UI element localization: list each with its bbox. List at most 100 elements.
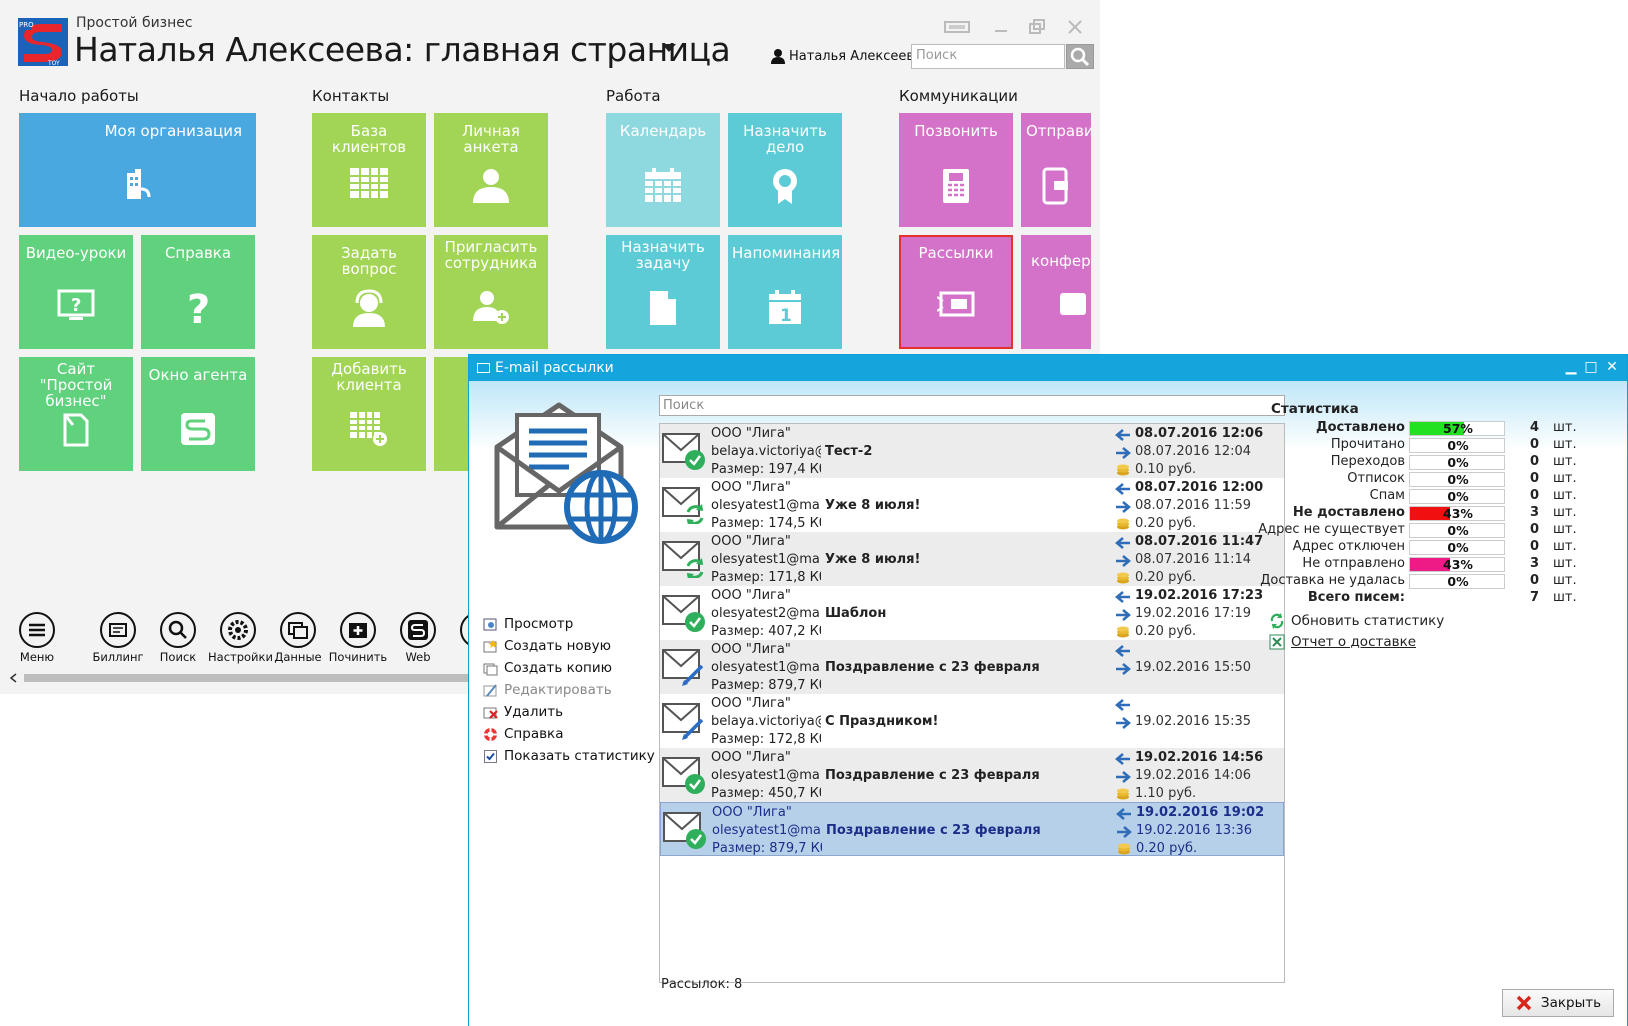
settings-button[interactable]: Настройки xyxy=(208,612,273,664)
coins-icon xyxy=(1117,572,1129,584)
action-show-stats[interactable]: Показать статистику xyxy=(483,745,655,767)
dialog-maximize-icon[interactable]: □ xyxy=(1583,359,1599,375)
mailing-row[interactable]: ООО "Лига" olesyatest1@mai Поздравление с … xyxy=(660,640,1284,694)
billing-button[interactable]: Биллинг xyxy=(88,612,148,664)
tile-assign-task[interactable]: Назначить задачу xyxy=(606,235,720,349)
stat-label: Отписок xyxy=(1347,471,1405,486)
stat-unit: шт. xyxy=(1553,471,1577,486)
mailing-email: olesyatest1@mai xyxy=(711,660,821,675)
action-delete[interactable]: Удалить xyxy=(483,701,655,723)
delivery-report-link[interactable]: Отчет о доставке xyxy=(1269,634,1416,650)
mailing-row[interactable]: ООО "Лига" olesyatest1@mai Уже 8 июля! Разм… xyxy=(660,478,1284,532)
tile-reminders[interactable]: Напоминания 1 xyxy=(728,235,842,349)
data-button[interactable]: Данные xyxy=(268,612,328,664)
action-create-new[interactable]: Создать новую xyxy=(483,635,655,657)
award-icon xyxy=(773,169,797,204)
dialog-title-bar[interactable]: E-mail рассылки ▁ □ ✕ xyxy=(469,355,1627,381)
stat-count: 0 xyxy=(1529,522,1539,537)
calendar-one-icon: 1 xyxy=(769,290,801,325)
mailing-received-date: 08.07.2016 12:06 xyxy=(1135,426,1264,441)
action-help[interactable]: Справка xyxy=(483,723,655,745)
app-name: Простой бизнес xyxy=(76,15,193,31)
main-search-input[interactable]: Поиск xyxy=(911,44,1065,69)
create-new-icon xyxy=(483,639,498,652)
mailing-email: olesyatest1@mai xyxy=(711,552,821,567)
action-view[interactable]: Просмотр xyxy=(483,613,655,635)
stat-percent: 0% xyxy=(1447,472,1469,487)
mailing-email: belaya.victoriya@ xyxy=(711,714,821,729)
mailing-row[interactable]: ООО "Лига" olesyatest2@mai Шаблон Размер: 4… xyxy=(660,586,1284,640)
tile-website[interactable]: Сайт "Простой бизнес" xyxy=(19,357,133,471)
mailing-row[interactable]: ООО "Лига" belaya.victoriya@ Тест-2 Размер:… xyxy=(660,424,1284,478)
stat-row: Спам 0% 0 шт. xyxy=(1259,488,1589,505)
email-globe-icon xyxy=(494,402,638,544)
action-edit[interactable]: Редактировать xyxy=(483,679,655,701)
mailing-row[interactable]: ООО "Лига" olesyatest1@mai Уже 8 июля! Разм… xyxy=(660,532,1284,586)
mailing-received-date: 08.07.2016 12:00 xyxy=(1135,480,1264,495)
repair-button[interactable]: Починить xyxy=(328,612,388,664)
tile-label: Календарь xyxy=(619,122,707,140)
minimize-icon[interactable] xyxy=(988,18,1014,36)
stat-unit: шт. xyxy=(1553,522,1577,537)
monitor-icon: ? xyxy=(57,289,95,320)
web-button[interactable]: Web xyxy=(388,612,448,664)
close-button[interactable]: Закрыть xyxy=(1502,989,1614,1017)
horizontal-scrollbar[interactable] xyxy=(0,670,470,686)
current-user[interactable]: Наталья Алексеева xyxy=(770,48,922,64)
search-button[interactable]: Поиск xyxy=(148,612,208,664)
mailing-row[interactable]: ООО "Лига" olesyatest1@mai Поздравление с … xyxy=(660,748,1284,802)
tile-label: Пригласить сотрудника xyxy=(444,238,538,272)
tile-my-organization[interactable]: Моя организация xyxy=(19,113,256,227)
tile-add-client[interactable]: Добавить клиента xyxy=(312,357,426,471)
tile-agent-window[interactable]: Окно агента xyxy=(141,357,255,471)
title-dropdown-caret-icon[interactable] xyxy=(662,44,676,52)
refresh-statistics-link[interactable]: Обновить статистику xyxy=(1269,613,1444,629)
tile-label: Назначить дело xyxy=(743,122,827,156)
stat-unit: шт. xyxy=(1553,454,1577,469)
tile-label: Личная анкета xyxy=(462,122,520,156)
mailing-size: Размер: 172,8 Кб xyxy=(711,732,821,747)
tile-mailings[interactable]: Рассылки xyxy=(899,235,1013,349)
tile-call[interactable]: Позвонить xyxy=(899,113,1013,227)
stat-total-label: Всего писем: xyxy=(1307,590,1405,605)
tile-send-sms[interactable]: Отправи xyxy=(1021,113,1091,227)
checkbox-checked-icon[interactable] xyxy=(483,749,498,764)
add-table-icon xyxy=(350,412,387,446)
mailing-email: olesyatest1@mai xyxy=(711,768,821,783)
tile-ask-question[interactable]: Задать вопрос xyxy=(312,235,426,349)
tile-client-base[interactable]: База клиентов xyxy=(312,113,426,227)
mailings-search-input[interactable]: Поиск xyxy=(659,395,1285,416)
close-icon[interactable] xyxy=(1062,18,1088,36)
keyboard-icon[interactable] xyxy=(944,18,970,36)
restore-icon[interactable] xyxy=(1024,18,1050,36)
stat-progress-bar: 0% xyxy=(1409,472,1505,487)
dialog-minimize-icon[interactable]: ▁ xyxy=(1563,359,1579,375)
close-label: Закрыть xyxy=(1540,995,1602,1011)
tile-assign-deal[interactable]: Назначить дело xyxy=(728,113,842,227)
mailing-subject: Шаблон xyxy=(825,606,887,621)
mailing-row[interactable]: ООО "Лига" belaya.victoriya@ С Праздником!… xyxy=(660,694,1284,748)
app-logo: PRO TOY xyxy=(18,18,68,66)
stat-unit: шт. xyxy=(1553,573,1577,588)
mailing-price: 0.10 руб. xyxy=(1135,462,1197,477)
action-create-copy[interactable]: Создать копию xyxy=(483,657,655,679)
stat-unit: шт. xyxy=(1553,590,1577,605)
tile-invite-employee[interactable]: Пригласить сотрудника xyxy=(434,235,548,349)
envelope-sent-icon xyxy=(662,757,705,794)
stat-row: Прочитано 0% 0 шт. xyxy=(1259,437,1589,454)
tile-help[interactable]: Справка ? xyxy=(141,235,255,349)
mailing-subject: С Праздником! xyxy=(825,714,939,729)
main-search-button[interactable] xyxy=(1066,44,1094,69)
dialog-close-icon[interactable]: ✕ xyxy=(1604,359,1620,375)
tile-conference[interactable]: конфере xyxy=(1021,235,1091,349)
mailing-row[interactable]: ООО "Лига" olesyatest1@mai Поздравление с … xyxy=(660,802,1284,856)
tile-calendar[interactable]: Календарь xyxy=(606,113,720,227)
tile-video-lessons[interactable]: Видео-уроки ? xyxy=(19,235,133,349)
envelope-sending-icon xyxy=(662,541,704,578)
tile-personal-profile[interactable]: Личная анкета xyxy=(434,113,548,227)
menu-button[interactable]: Меню xyxy=(7,612,67,664)
action-list: Просмотр Создать новую Создать копию Ред… xyxy=(483,613,655,767)
bottom-toolbar: Меню Биллинг Поиск Настройки Данные Почи… xyxy=(0,612,496,672)
mailing-received-date: 19.02.2016 17:23 xyxy=(1135,588,1264,603)
incoming-arrow-icon xyxy=(1115,429,1130,441)
